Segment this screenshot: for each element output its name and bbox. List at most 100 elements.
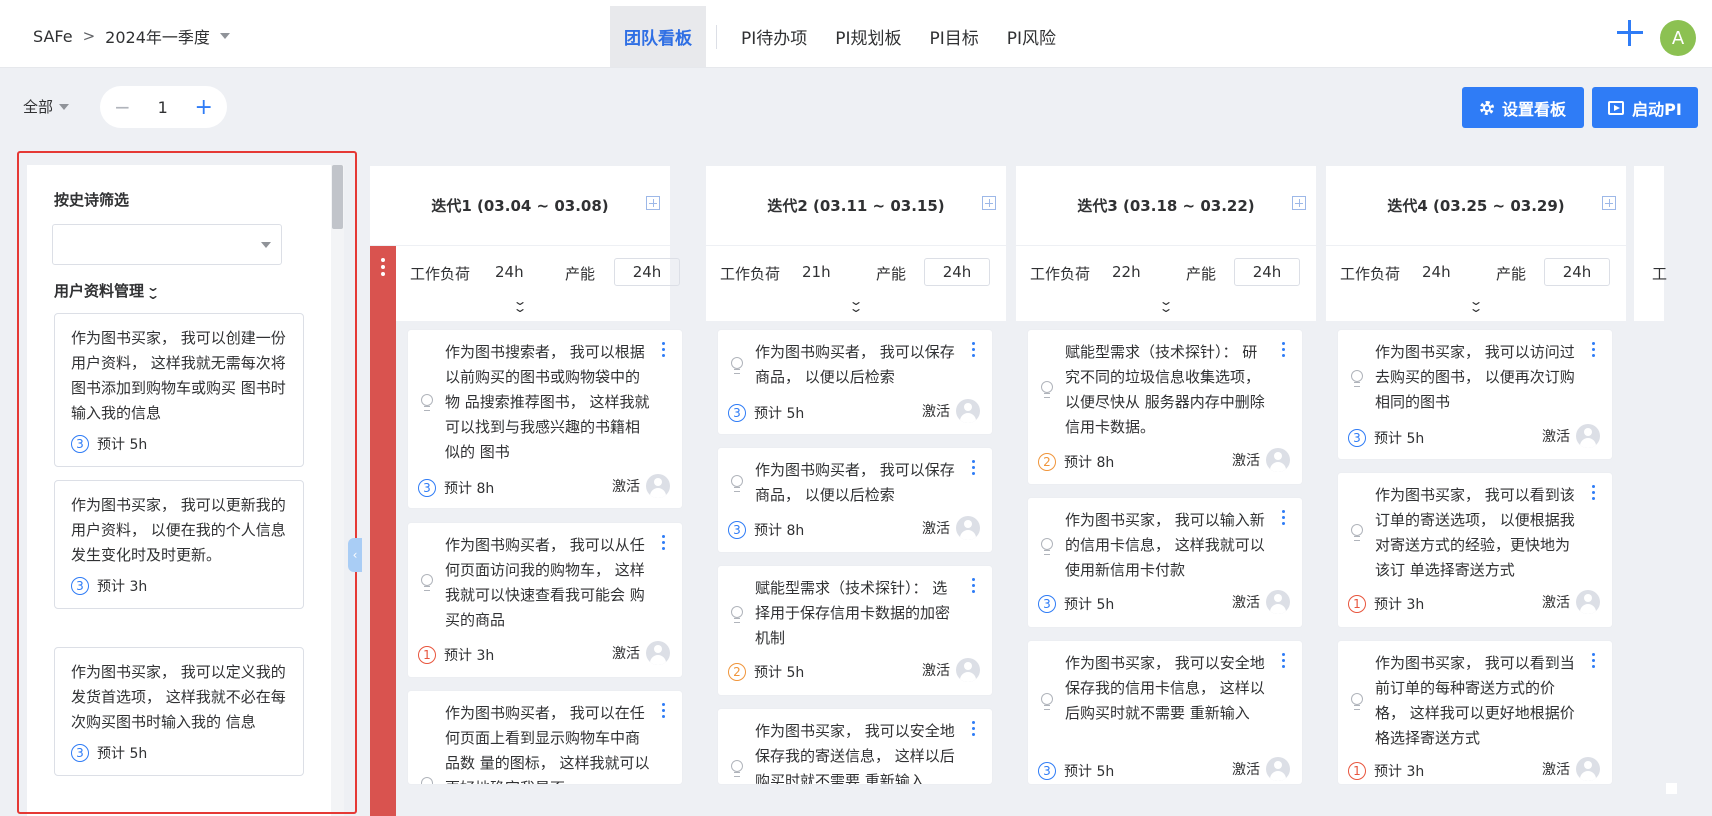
story-card[interactable]: 作为图书买家， 我可以看到当前订单的每种寄送方式的价格， 这样我可以更好地根据价…	[1338, 641, 1612, 784]
backlog-card[interactable]: 作为图书买家， 我可以定义我的发货首选项， 这样我就不必在每次购买图书时输入我的…	[54, 647, 304, 776]
tab-team-board[interactable]: 团队看板	[610, 6, 706, 67]
user-avatar-icon[interactable]	[646, 641, 670, 665]
scope-dropdown[interactable]: 全部	[23, 96, 70, 117]
user-avatar-icon[interactable]	[1576, 424, 1600, 448]
double-chevron-down-icon[interactable]: ⌄ ⌄	[1326, 295, 1626, 314]
minus-button[interactable]: −	[114, 95, 131, 119]
add-icon[interactable]	[1615, 18, 1645, 48]
capacity-input[interactable]: 24h	[614, 258, 680, 286]
more-vertical-icon[interactable]	[662, 535, 665, 553]
more-vertical-icon[interactable]	[1282, 510, 1285, 528]
iteration-stats: 工作负荷 24h 产能 24h	[370, 258, 680, 288]
workload-value: 24h	[495, 263, 524, 281]
epic-select[interactable]	[52, 224, 282, 265]
more-vertical-icon[interactable]	[381, 258, 385, 279]
user-avatar-icon[interactable]	[1266, 448, 1290, 472]
status-label: 激活	[1542, 762, 1570, 778]
user-avatar-icon[interactable]	[1266, 757, 1290, 781]
card-status[interactable]: 激活	[1232, 757, 1290, 781]
story-card[interactable]: 作为图书搜索者， 我可以根据以前购买的图书或购物袋中的物 品搜索推荐图书， 这样…	[408, 330, 682, 508]
card-status[interactable]: 激活	[1542, 757, 1600, 781]
story-card[interactable]: 作为图书购买者， 我可以保存商品， 以便以后检索 3 预计 8h 激活	[718, 448, 992, 552]
tab-pi-risks[interactable]: PI风险	[993, 6, 1070, 67]
capacity-input[interactable]: 24h	[1234, 258, 1300, 286]
tab-pi-planning[interactable]: PI规划板	[821, 6, 915, 67]
more-vertical-icon[interactable]	[1592, 653, 1595, 671]
plus-button[interactable]: +	[195, 95, 213, 120]
card-status[interactable]: 激活	[612, 641, 670, 665]
stepper-value[interactable]: 1	[158, 98, 168, 117]
more-vertical-icon[interactable]	[662, 703, 665, 721]
add-card-icon[interactable]	[1602, 196, 1616, 210]
card-estimate: 预计 3h	[1374, 597, 1425, 613]
more-vertical-icon[interactable]	[1592, 342, 1595, 360]
card-status[interactable]: 激活	[922, 658, 980, 682]
more-vertical-icon[interactable]	[972, 721, 975, 739]
more-vertical-icon[interactable]	[972, 578, 975, 596]
double-chevron-down-icon[interactable]: ⌄ ⌄	[370, 295, 670, 314]
card-estimate: 预计 3h	[1374, 764, 1425, 780]
story-card[interactable]: 作为图书买家， 我可以访问过去购买的图书， 以便再次订购相同的图书 3 预计 5…	[1338, 330, 1612, 459]
card-text: 作为图书买家， 我可以定义我的发货首选项， 这样我就不必在每次购买图书时输入我的…	[71, 663, 286, 731]
card-status[interactable]: 激活	[922, 516, 980, 540]
story-card[interactable]: 作为图书买家， 我可以安全地保存我的信用卡信息， 这样以后购买时就不需要 重新输…	[1028, 641, 1302, 784]
story-card[interactable]: 赋能型需求（技术探针）： 选择用于保存信用卡数据的加密机制 2 预计 5h 激活	[718, 566, 992, 695]
more-vertical-icon[interactable]	[1282, 342, 1285, 360]
card-status[interactable]: 激活	[1542, 424, 1600, 448]
card-estimate: 预计 5h	[1374, 431, 1425, 447]
double-chevron-down-icon[interactable]: ⌄ ⌄	[706, 295, 1006, 314]
collapse-panel-handle[interactable]: ‹	[348, 538, 362, 572]
user-avatar-icon[interactable]	[1266, 590, 1290, 614]
avatar[interactable]: A	[1660, 20, 1696, 56]
card-status[interactable]: 激活	[1542, 590, 1600, 614]
story-card[interactable]: 作为图书买家， 我可以安全地保存我的寄送信息， 这样以后购买时就不需要 重新输入	[718, 709, 992, 784]
card-status[interactable]: 激活	[1232, 448, 1290, 472]
card-text: 作为图书购买者， 我可以在任何页面上看到显示购物车中商品数 量的图标， 这样我就…	[445, 704, 650, 784]
workload-label-partial: 工	[1652, 265, 1668, 283]
user-avatar-icon[interactable]	[956, 658, 980, 682]
card-status[interactable]: 激活	[922, 399, 980, 423]
tab-pi-backlog[interactable]: PI待办项	[727, 6, 821, 67]
double-chevron-down-icon[interactable]: ⌄ ⌄	[1016, 295, 1316, 314]
user-avatar-icon[interactable]	[1576, 757, 1600, 781]
tab-pi-objectives[interactable]: PI目标	[916, 6, 993, 67]
chevron-down-icon[interactable]	[219, 33, 230, 39]
story-card[interactable]: 作为图书购买者， 我可以在任何页面上看到显示购物车中商品数 量的图标， 这样我就…	[408, 691, 682, 784]
breadcrumb-root[interactable]: SAFe	[33, 27, 73, 46]
story-card[interactable]: 作为图书买家， 我可以看到该订单的寄送选项， 以便根据我对寄送方式的经验，更快地…	[1338, 473, 1612, 627]
team-color-bar	[370, 246, 396, 816]
story-card[interactable]: 作为图书买家， 我可以输入新的信用卡信息， 这样我就可以使用新信用卡付款 3 预…	[1028, 498, 1302, 627]
add-card-icon[interactable]	[646, 196, 660, 210]
status-label: 激活	[922, 404, 950, 420]
user-avatar-icon[interactable]	[956, 516, 980, 540]
scrollbar-thumb[interactable]	[332, 165, 343, 229]
capacity-input[interactable]: 24h	[1544, 258, 1610, 286]
card-status[interactable]: 激活	[1232, 590, 1290, 614]
pi-selector[interactable]: 2024年一季度	[105, 24, 210, 48]
story-card[interactable]: 作为图书购买者， 我可以保存商品， 以便以后检索 3 预计 5h 激活	[718, 330, 992, 434]
story-card[interactable]: 赋能型需求（技术探针）： 研究不同的垃圾信息收集选项，以便尽快从 服务器内存中删…	[1028, 330, 1302, 484]
priority-badge: 3	[71, 577, 89, 595]
panel-scrollbar[interactable]	[331, 165, 344, 816]
double-chevron-down-icon[interactable]: ⌄ ⌄	[146, 281, 160, 301]
more-vertical-icon[interactable]	[972, 342, 975, 360]
capacity-input[interactable]: 24h	[924, 258, 990, 286]
more-vertical-icon[interactable]	[1592, 485, 1595, 503]
board-settings-button[interactable]: 设置看板	[1462, 87, 1584, 128]
more-vertical-icon[interactable]	[662, 342, 665, 360]
more-vertical-icon[interactable]	[1282, 653, 1285, 671]
iteration-column-4: 迭代4 (03.25 ~ 03.29) 工作负荷 24h 产能 24h ⌄ ⌄	[1326, 166, 1626, 321]
user-avatar-icon[interactable]	[1576, 590, 1600, 614]
backlog-card[interactable]: 作为图书买家， 我可以创建一份用户资料， 这样我就无需每次将图书添加到购物车或购…	[54, 313, 304, 467]
start-pi-button[interactable]: 启动PI	[1592, 87, 1698, 128]
priority-badge: 3	[1348, 429, 1366, 447]
add-card-icon[interactable]	[1292, 196, 1306, 210]
epic-group-header[interactable]: 用户资料管理 ⌄ ⌄	[54, 280, 160, 301]
user-avatar-icon[interactable]	[956, 399, 980, 423]
more-vertical-icon[interactable]	[972, 460, 975, 478]
add-card-icon[interactable]	[982, 196, 996, 210]
card-status[interactable]: 激活	[612, 474, 670, 498]
story-card[interactable]: 作为图书购买者， 我可以从任何页面访问我的购物车， 这样我就可以快速查看我可能会…	[408, 523, 682, 677]
backlog-card[interactable]: 作为图书买家， 我可以更新我的用户资料， 以便在我的个人信息发生变化时及时更新。…	[54, 480, 304, 609]
user-avatar-icon[interactable]	[646, 474, 670, 498]
